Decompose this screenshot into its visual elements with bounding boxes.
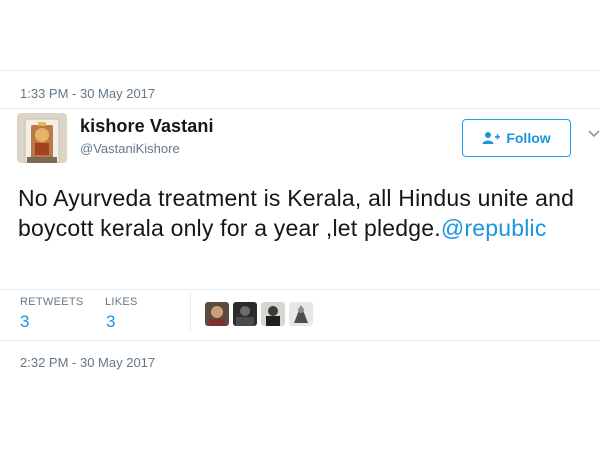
liker-avatar-1[interactable] <box>205 302 229 326</box>
follow-button-label: Follow <box>506 130 551 146</box>
tweet-screenshot: 1:33 PM - 30 May 2017 kishore Vastani @V… <box>0 0 600 450</box>
follow-user-plus-icon <box>482 132 501 144</box>
retweets-count[interactable]: 3 <box>20 312 29 332</box>
mention-link[interactable]: @republic <box>441 215 547 241</box>
liker-avatar-4[interactable] <box>289 302 313 326</box>
follow-button[interactable]: Follow <box>462 119 571 157</box>
author-handle[interactable]: @VastaniKishore <box>80 141 180 156</box>
likes-count[interactable]: 3 <box>106 312 115 332</box>
top-timestamp[interactable]: 1:33 PM - 30 May 2017 <box>20 86 155 101</box>
retweets-label[interactable]: RETWEETS <box>20 296 84 308</box>
liker-avatar-3[interactable] <box>261 302 285 326</box>
liker-avatar-icon <box>261 302 285 326</box>
liker-avatar-icon <box>205 302 229 326</box>
stats-top-divider <box>0 289 600 290</box>
stats-bottom-divider <box>0 340 600 341</box>
bottom-timestamp[interactable]: 2:32 PM - 30 May 2017 <box>20 355 155 370</box>
liker-avatar-icon <box>233 302 257 326</box>
author-display-name[interactable]: kishore Vastani <box>80 116 214 137</box>
likes-label[interactable]: LIKES <box>105 296 138 308</box>
stats-separator <box>190 293 191 331</box>
top-divider <box>0 70 600 71</box>
liker-avatar-icon <box>289 302 313 326</box>
tweet-text: No Ayurveda treatment is Kerala, all Hin… <box>18 183 588 243</box>
shrine-avatar-icon <box>17 113 67 163</box>
header-divider <box>0 108 600 109</box>
author-avatar[interactable] <box>17 113 67 163</box>
chevron-down-icon[interactable] <box>588 130 600 138</box>
liker-avatar-2[interactable] <box>233 302 257 326</box>
liker-avatars <box>205 302 313 326</box>
